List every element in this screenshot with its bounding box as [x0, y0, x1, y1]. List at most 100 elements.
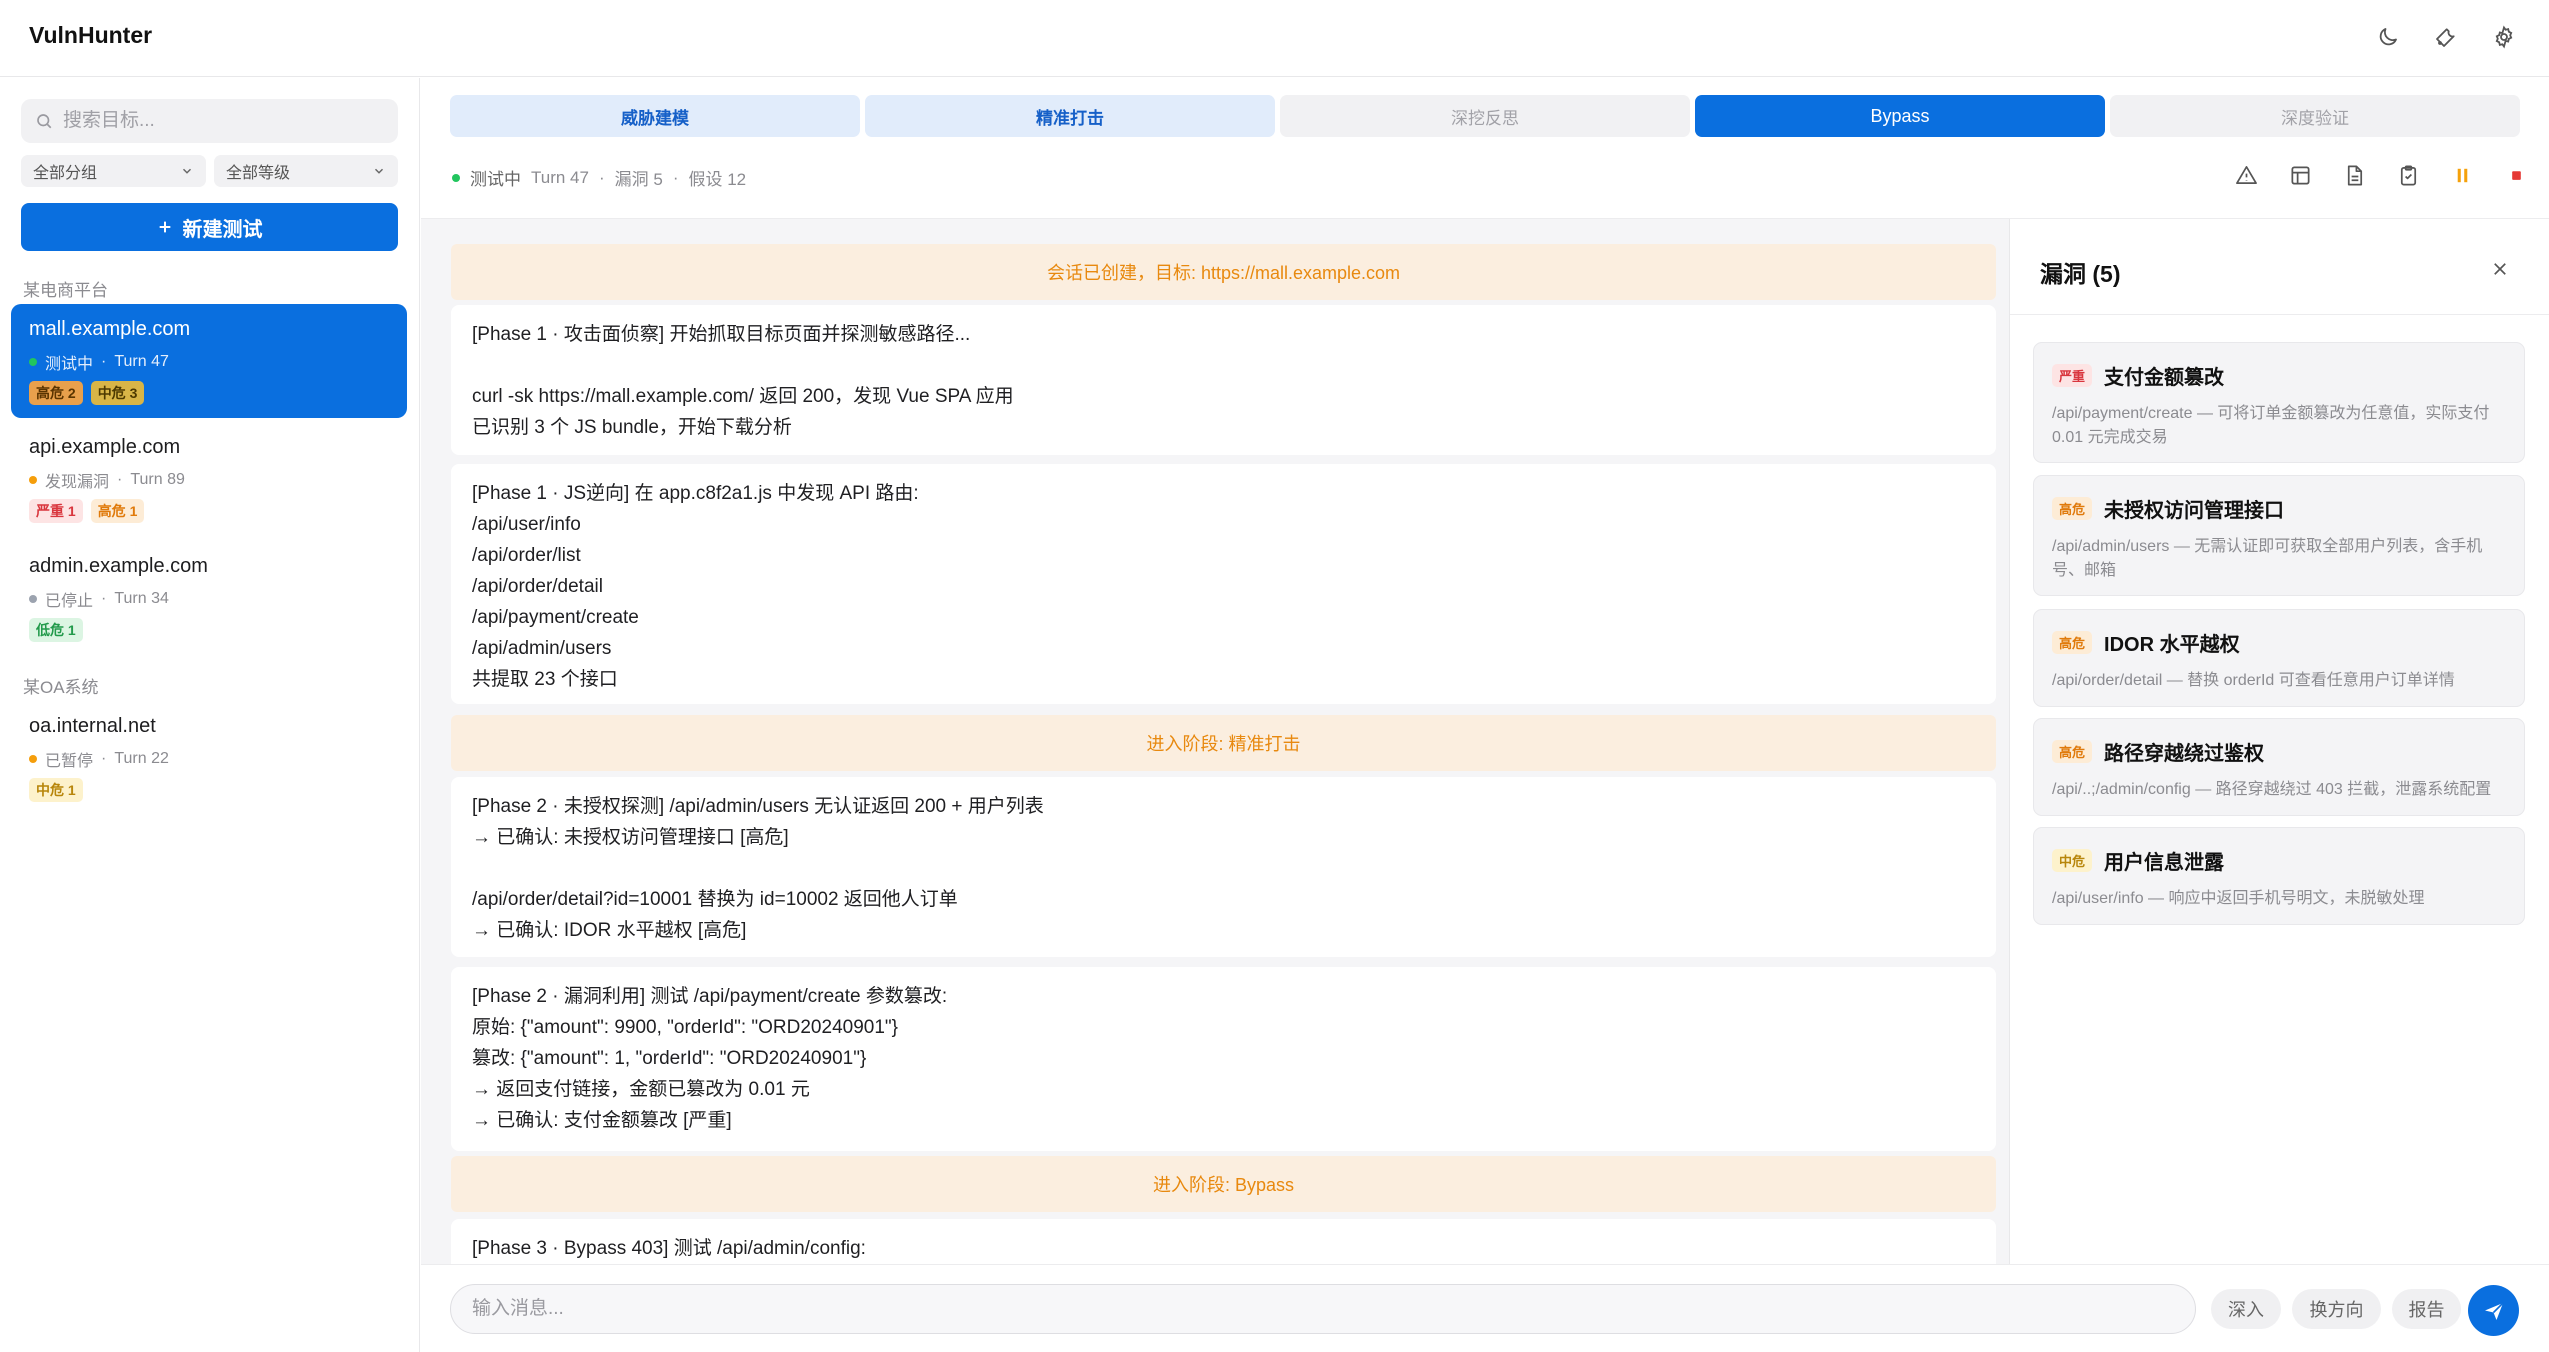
phase-tab-precision-strike[interactable]: 精准打击 [865, 95, 1275, 137]
target-status: 发现漏洞 [45, 474, 110, 491]
group-filter-select[interactable]: 全部分组 [21, 155, 206, 187]
vuln-card[interactable]: 中危 用户信息泄露 /api/user/info — 响应中返回手机号明文，未脱… [2033, 827, 2525, 925]
pause-icon[interactable] [2448, 161, 2477, 190]
vuln-description: /api/order/detail — 替换 orderId 可查看任意用户订单… [2052, 672, 2455, 689]
search-box[interactable] [21, 99, 398, 143]
level-filter-select[interactable]: 全部等级 [214, 155, 398, 187]
search-icon [37, 114, 52, 129]
new-test-label: 新建测试 [182, 218, 263, 241]
target-turn: Turn 47 [114, 353, 169, 370]
log-message: [Phase 1 · 攻击面侦察] 开始抓取目标页面并探测敏感路径... cur… [451, 305, 1996, 455]
vuln-header: 高危 未授权访问管理接口 [2052, 494, 2506, 523]
moon-icon[interactable] [2373, 22, 2403, 52]
stop-icon[interactable] [2502, 161, 2531, 190]
chip-deeper-button[interactable]: 深入 [2211, 1289, 2281, 1329]
severity-badge: 高危 [2052, 740, 2093, 763]
composer: 深入 换方向 报告 [421, 1264, 2549, 1352]
target-name: admin.example.com [29, 555, 208, 577]
target-item-admin[interactable]: admin.example.com 已停止 · Turn 34 低危 1 [11, 541, 407, 655]
gear-icon[interactable] [2489, 22, 2519, 52]
status-dot [29, 595, 37, 603]
group-label: 某OA系统 [23, 678, 99, 697]
severity-badge: 严重 1 [29, 499, 83, 523]
target-item-mall[interactable]: mall.example.com 测试中 · Turn 47 高危 2 中危 3 [11, 304, 407, 418]
meta-sep: · [101, 590, 107, 607]
severity-badge: 严重 [2052, 364, 2093, 387]
target-turn: Turn 89 [130, 471, 185, 488]
target-name: mall.example.com [29, 318, 191, 340]
target-badges: 高危 2 中危 3 [29, 381, 389, 405]
session-hypotheses: 假设 12 [688, 170, 747, 189]
alert-triangle-icon[interactable] [2232, 161, 2261, 190]
app-root: VulnHunter 全部分组 全部等级 新建 [0, 0, 2549, 1352]
log-message: [Phase 1 · JS逆向] 在 app.c8f2a1.js 中发现 API… [451, 464, 1996, 704]
vuln-name: IDOR 水平越权 [2104, 634, 2240, 656]
target-turn: Turn 34 [114, 590, 169, 607]
new-test-button[interactable]: 新建测试 [21, 203, 398, 251]
layout-icon[interactable] [2286, 161, 2315, 190]
search-input[interactable] [63, 110, 363, 132]
phase-tab-bypass[interactable]: Bypass [1695, 95, 2105, 137]
vuln-card[interactable]: 严重 支付金额篡改 /api/payment/create — 可将订单金额篡改… [2033, 342, 2525, 463]
target-meta: 已暂停 · Turn 22 [29, 747, 389, 771]
message-feed[interactable]: 会话已创建，目标: https://mall.example.com [Phas… [421, 219, 2009, 1264]
severity-badge: 高危 2 [29, 381, 83, 405]
target-status: 已停止 [45, 593, 94, 610]
send-icon [2484, 1301, 2504, 1320]
meta-sep: · [117, 471, 123, 488]
group-filter-value: 全部分组 [33, 165, 98, 182]
target-badges: 中危 1 [29, 778, 389, 802]
target-badges: 低危 1 [29, 618, 389, 642]
phase-tab-deep-reflection[interactable]: 深挖反思 [1280, 95, 1690, 137]
meta-sep: · [101, 353, 107, 370]
vuln-name: 路径穿越绕过鉴权 [2104, 743, 2265, 765]
target-name: api.example.com [29, 436, 181, 458]
severity-badge: 高危 [2052, 497, 2093, 520]
target-meta: 发现漏洞 · Turn 89 [29, 468, 389, 492]
severity-badge: 中危 [2052, 849, 2093, 872]
phase-tab-threat-modeling[interactable]: 威胁建模 [450, 95, 860, 137]
log-message: [Phase 3 · Bypass 403] 测试 /api/admin/con… [451, 1219, 1996, 1264]
vuln-card[interactable]: 高危 IDOR 水平越权 /api/order/detail — 替换 orde… [2033, 609, 2525, 707]
document-icon[interactable] [2340, 161, 2369, 190]
group-label: 某电商平台 [23, 281, 108, 300]
status-dot [29, 358, 37, 366]
vuln-card[interactable]: 高危 未授权访问管理接口 /api/admin/users — 无需认证即可获取… [2033, 475, 2525, 596]
vuln-name: 未授权访问管理接口 [2104, 500, 2285, 522]
wrench-icon[interactable] [2431, 22, 2461, 52]
severity-badge: 中危 1 [29, 778, 83, 802]
vuln-description: /api/payment/create — 可将订单金额篡改为任意值，实际支付 … [2052, 405, 2490, 446]
target-item-api[interactable]: api.example.com 发现漏洞 · Turn 89 严重 1 高危 1 [11, 422, 407, 536]
chip-change-direction-button[interactable]: 换方向 [2292, 1289, 2381, 1329]
log-message: [Phase 2 · 未授权探测] /api/admin/users 无认证返回… [451, 777, 1996, 957]
clipboard-icon[interactable] [2394, 161, 2423, 190]
level-filter-value: 全部等级 [226, 165, 291, 182]
session-actions [2232, 161, 2531, 190]
top-bar: VulnHunter [0, 0, 2549, 77]
app-title: VulnHunter [29, 22, 153, 48]
status-dot [452, 173, 460, 182]
panel-divider [2010, 314, 2549, 315]
target-status: 已暂停 [45, 753, 94, 770]
chip-report-button[interactable]: 报告 [2392, 1289, 2461, 1329]
meta-sep: · [101, 750, 107, 767]
close-icon[interactable] [2486, 255, 2514, 283]
vuln-card[interactable]: 高危 路径穿越绕过鉴权 /api/..;/admin/config — 路径穿越… [2033, 718, 2525, 816]
target-meta: 测试中 · Turn 47 [29, 350, 389, 374]
target-item-oa[interactable]: oa.internal.net 已暂停 · Turn 22 中危 1 [11, 701, 407, 815]
session-vulns: 漏洞 5 [614, 170, 663, 189]
top-icon-group [2373, 22, 2519, 52]
phase-tab-deep-verification[interactable]: 深度验证 [2110, 95, 2520, 137]
vuln-header: 高危 IDOR 水平越权 [2052, 628, 2506, 657]
plus-icon [159, 221, 170, 233]
status-dot [29, 755, 37, 763]
system-message: 进入阶段: Bypass [451, 1156, 1996, 1212]
send-button[interactable] [2468, 1285, 2519, 1336]
session-status: 测试中 Turn 47 · 漏洞 5 · 假设 12 [452, 165, 746, 190]
vuln-header: 中危 用户信息泄露 [2052, 846, 2506, 875]
session-turn: Turn 47 [531, 167, 589, 187]
message-input[interactable] [450, 1284, 2196, 1334]
target-meta: 已停止 · Turn 34 [29, 587, 389, 611]
system-message: 进入阶段: 精准打击 [451, 715, 1996, 771]
main-area: 威胁建模 精准打击 深挖反思 Bypass 深度验证 测试中 Turn 47 ·… [421, 78, 2549, 1352]
